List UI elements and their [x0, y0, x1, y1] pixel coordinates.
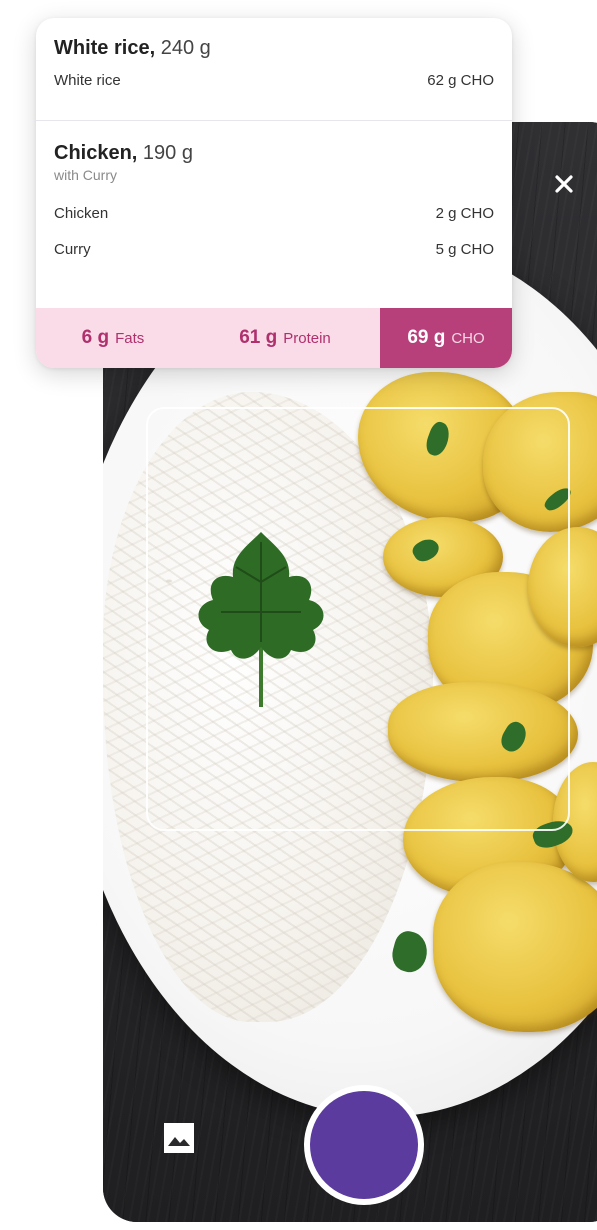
scan-frame — [146, 407, 570, 831]
food-item-note: with Curry — [54, 167, 118, 183]
ingredient-cho: 5 g CHO — [435, 241, 494, 258]
food-item-title: White rice, 240 g — [54, 36, 494, 60]
app-screen: White rice, 240 g White rice 62 g CHO Ch… — [0, 0, 597, 1230]
chicken-piece — [433, 862, 597, 1032]
total-fats-value: 6 g — [81, 327, 110, 348]
ingredient-cho: 62 g CHO — [427, 72, 494, 89]
total-protein: 61 g Protein — [190, 308, 380, 368]
ingredient-name: Chicken — [54, 205, 109, 222]
nutrition-card: White rice, 240 g White rice 62 g CHO Ch… — [36, 18, 512, 368]
gallery-button[interactable] — [163, 1122, 195, 1154]
ingredient-cho: 2 g CHO — [435, 205, 494, 222]
shutter-fill — [310, 1091, 418, 1199]
food-item-rice[interactable]: White rice, 240 g White rice 62 g CHO — [36, 18, 512, 102]
total-protein-value: 61 g — [239, 327, 278, 348]
food-item-chicken[interactable]: Chicken, 190 g with Curry Chicken 2 g CH… — [36, 121, 512, 261]
food-item-weight: 190 g — [142, 142, 193, 164]
total-cho: 69 g CHO — [380, 308, 512, 368]
food-item-title: Chicken, 190 g — [54, 141, 494, 165]
total-cho-label: CHO — [451, 329, 485, 347]
food-item-weight: 240 g — [160, 37, 211, 59]
ingredient-name: White rice — [54, 72, 121, 89]
image-gallery-icon — [164, 1123, 194, 1153]
ingredient-name: Curry — [54, 241, 91, 258]
total-fats-label: Fats — [115, 329, 145, 347]
total-fats: 6 g Fats — [36, 308, 190, 368]
close-button[interactable] — [546, 166, 582, 202]
ingredient-row: Chicken 2 g CHO — [54, 203, 494, 225]
total-protein-label: Protein — [283, 329, 331, 347]
ingredient-row: White rice 62 g CHO — [54, 70, 494, 92]
totals-bar: 6 g Fats 61 g Protein 69 g CHO — [36, 308, 512, 368]
total-cho-value: 69 g — [407, 327, 446, 348]
shutter-button[interactable] — [304, 1085, 424, 1205]
food-item-name: White rice, — [54, 37, 156, 59]
close-icon — [555, 175, 573, 193]
ingredient-row: Curry 5 g CHO — [54, 239, 494, 261]
food-item-name: Chicken, — [54, 142, 138, 164]
